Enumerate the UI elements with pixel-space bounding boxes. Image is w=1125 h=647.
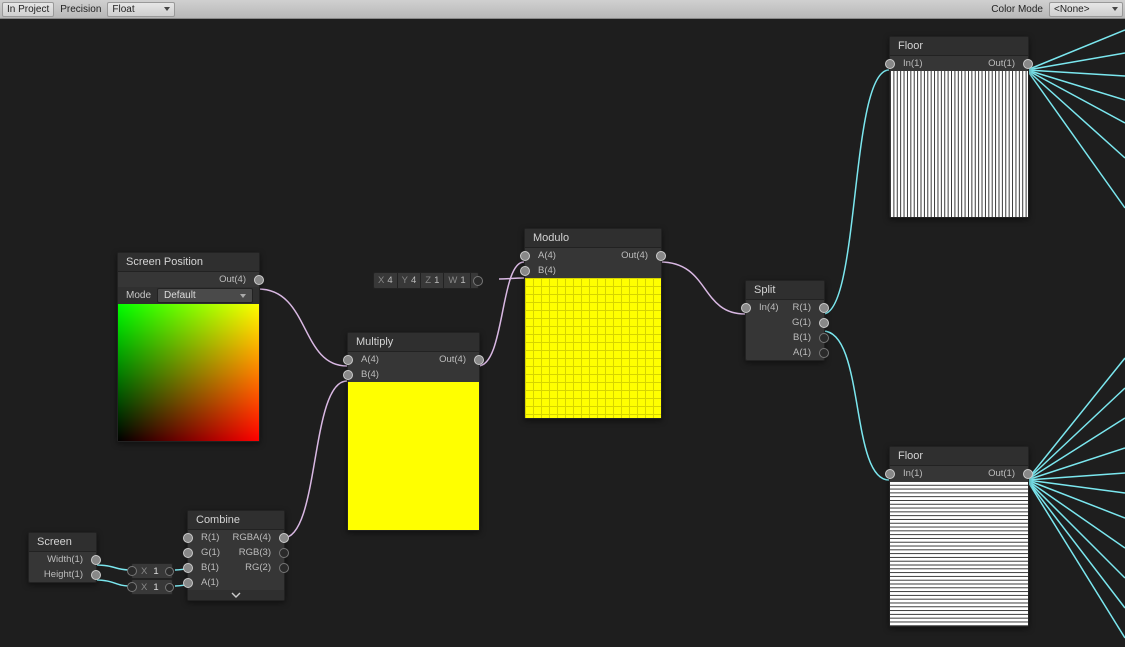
float-field-combine-b[interactable]: X1 — [131, 563, 173, 579]
port-r-label: R(1) — [789, 300, 815, 315]
port-a-label: A(4) — [357, 352, 383, 367]
port-rgba[interactable] — [279, 533, 289, 543]
port-width[interactable] — [91, 555, 101, 565]
node-preview — [890, 71, 1028, 217]
port-rgb[interactable] — [279, 548, 289, 558]
port-r[interactable] — [819, 303, 829, 313]
port-out[interactable] — [254, 275, 264, 285]
port-in-label: In(1) — [899, 56, 927, 71]
toolbar: In Project Precision Float Color Mode <N… — [0, 0, 1125, 19]
vector4-field-modulo-b[interactable]: X4 Y4 Z1 W1 — [373, 272, 479, 289]
node-title[interactable]: Split — [746, 281, 824, 300]
port-out[interactable] — [474, 355, 484, 365]
node-title[interactable]: Multiply — [348, 333, 479, 352]
port-out-label: Out(4) — [435, 352, 470, 367]
port-rg[interactable] — [279, 563, 289, 573]
port-in[interactable] — [127, 566, 137, 576]
port-out-label: Out(4) — [215, 272, 250, 287]
port-in[interactable] — [741, 303, 751, 313]
port-g[interactable] — [819, 318, 829, 328]
precision-dropdown[interactable]: Float — [107, 2, 175, 17]
node-multiply[interactable]: Multiply A(4) Out(4) B(4) — [347, 332, 480, 531]
node-screen-position[interactable]: Screen Position Out(4) Mode Default — [117, 252, 260, 442]
port-in[interactable] — [885, 469, 895, 479]
port-out[interactable] — [1023, 59, 1033, 69]
node-preview — [118, 304, 259, 441]
collapse-chevron-icon[interactable] — [188, 590, 284, 600]
node-title[interactable]: Floor — [890, 37, 1028, 56]
port-a[interactable] — [343, 355, 353, 365]
port-height[interactable] — [91, 570, 101, 580]
port-a[interactable] — [183, 578, 193, 588]
show-in-project-button[interactable]: In Project — [2, 2, 54, 17]
port-out-label: Out(4) — [617, 248, 652, 263]
node-title[interactable]: Screen Position — [118, 253, 259, 272]
port-out[interactable] — [656, 251, 666, 261]
port-out-label: Out(1) — [984, 56, 1019, 71]
node-title[interactable]: Screen — [29, 533, 96, 552]
port-b-label: B(4) — [534, 263, 560, 278]
port-b-label: B(4) — [357, 367, 383, 382]
port-out[interactable] — [473, 276, 483, 286]
port-b-label: B(1) — [789, 330, 815, 345]
float-field-combine-a[interactable]: X1 — [131, 579, 173, 595]
node-split[interactable]: Split In(4) R(1) G(1) B(1) A(1) — [745, 280, 825, 361]
node-floor-1[interactable]: Floor In(1) Out(1) — [889, 36, 1029, 218]
port-b[interactable] — [520, 266, 530, 276]
mode-label: Mode — [126, 287, 151, 304]
mode-dropdown[interactable]: Default — [157, 288, 253, 303]
port-rgb-label: RGB(3) — [235, 545, 275, 560]
node-preview — [890, 481, 1028, 626]
port-rgba-label: RGBA(4) — [228, 530, 275, 545]
port-width-label: Width(1) — [43, 552, 87, 567]
node-floor-2[interactable]: Floor In(1) Out(1) — [889, 446, 1029, 627]
port-b[interactable] — [343, 370, 353, 380]
port-g[interactable] — [183, 548, 193, 558]
node-preview — [525, 278, 661, 418]
node-title[interactable]: Combine — [188, 511, 284, 530]
node-preview — [348, 382, 479, 530]
port-b-label: B(1) — [197, 560, 223, 575]
port-in-label: In(4) — [755, 300, 783, 315]
port-a-label: A(4) — [534, 248, 560, 263]
port-r-label: R(1) — [197, 530, 223, 545]
port-rg-label: RG(2) — [241, 560, 275, 575]
port-in[interactable] — [885, 59, 895, 69]
color-mode-dropdown[interactable]: <None> — [1049, 2, 1123, 17]
port-r[interactable] — [183, 533, 193, 543]
port-b[interactable] — [819, 333, 829, 343]
port-a-label: A(1) — [789, 345, 815, 360]
port-b[interactable] — [183, 563, 193, 573]
port-a[interactable] — [520, 251, 530, 261]
port-out[interactable] — [1023, 469, 1033, 479]
node-title[interactable]: Modulo — [525, 229, 661, 248]
port-in-label: In(1) — [899, 466, 927, 481]
node-modulo[interactable]: Modulo A(4) Out(4) B(4) — [524, 228, 662, 419]
port-out-label: Out(1) — [984, 466, 1019, 481]
port-g-label: G(1) — [788, 315, 815, 330]
precision-label: Precision — [58, 4, 103, 15]
port-a[interactable] — [819, 348, 829, 358]
port-in[interactable] — [127, 582, 137, 592]
port-a-label: A(1) — [197, 575, 223, 590]
port-g-label: G(1) — [197, 545, 224, 560]
node-combine[interactable]: Combine R(1) RGBA(4) G(1) RGB(3) B(1) RG(2)… — [187, 510, 285, 601]
port-height-label: Height(1) — [40, 567, 87, 582]
node-title[interactable]: Floor — [890, 447, 1028, 466]
color-mode-label: Color Mode — [989, 4, 1045, 15]
node-graph-canvas[interactable]: Screen Position Out(4) Mode Default Scre… — [0, 18, 1125, 647]
node-screen[interactable]: Screen Width(1) Height(1) — [28, 532, 97, 583]
